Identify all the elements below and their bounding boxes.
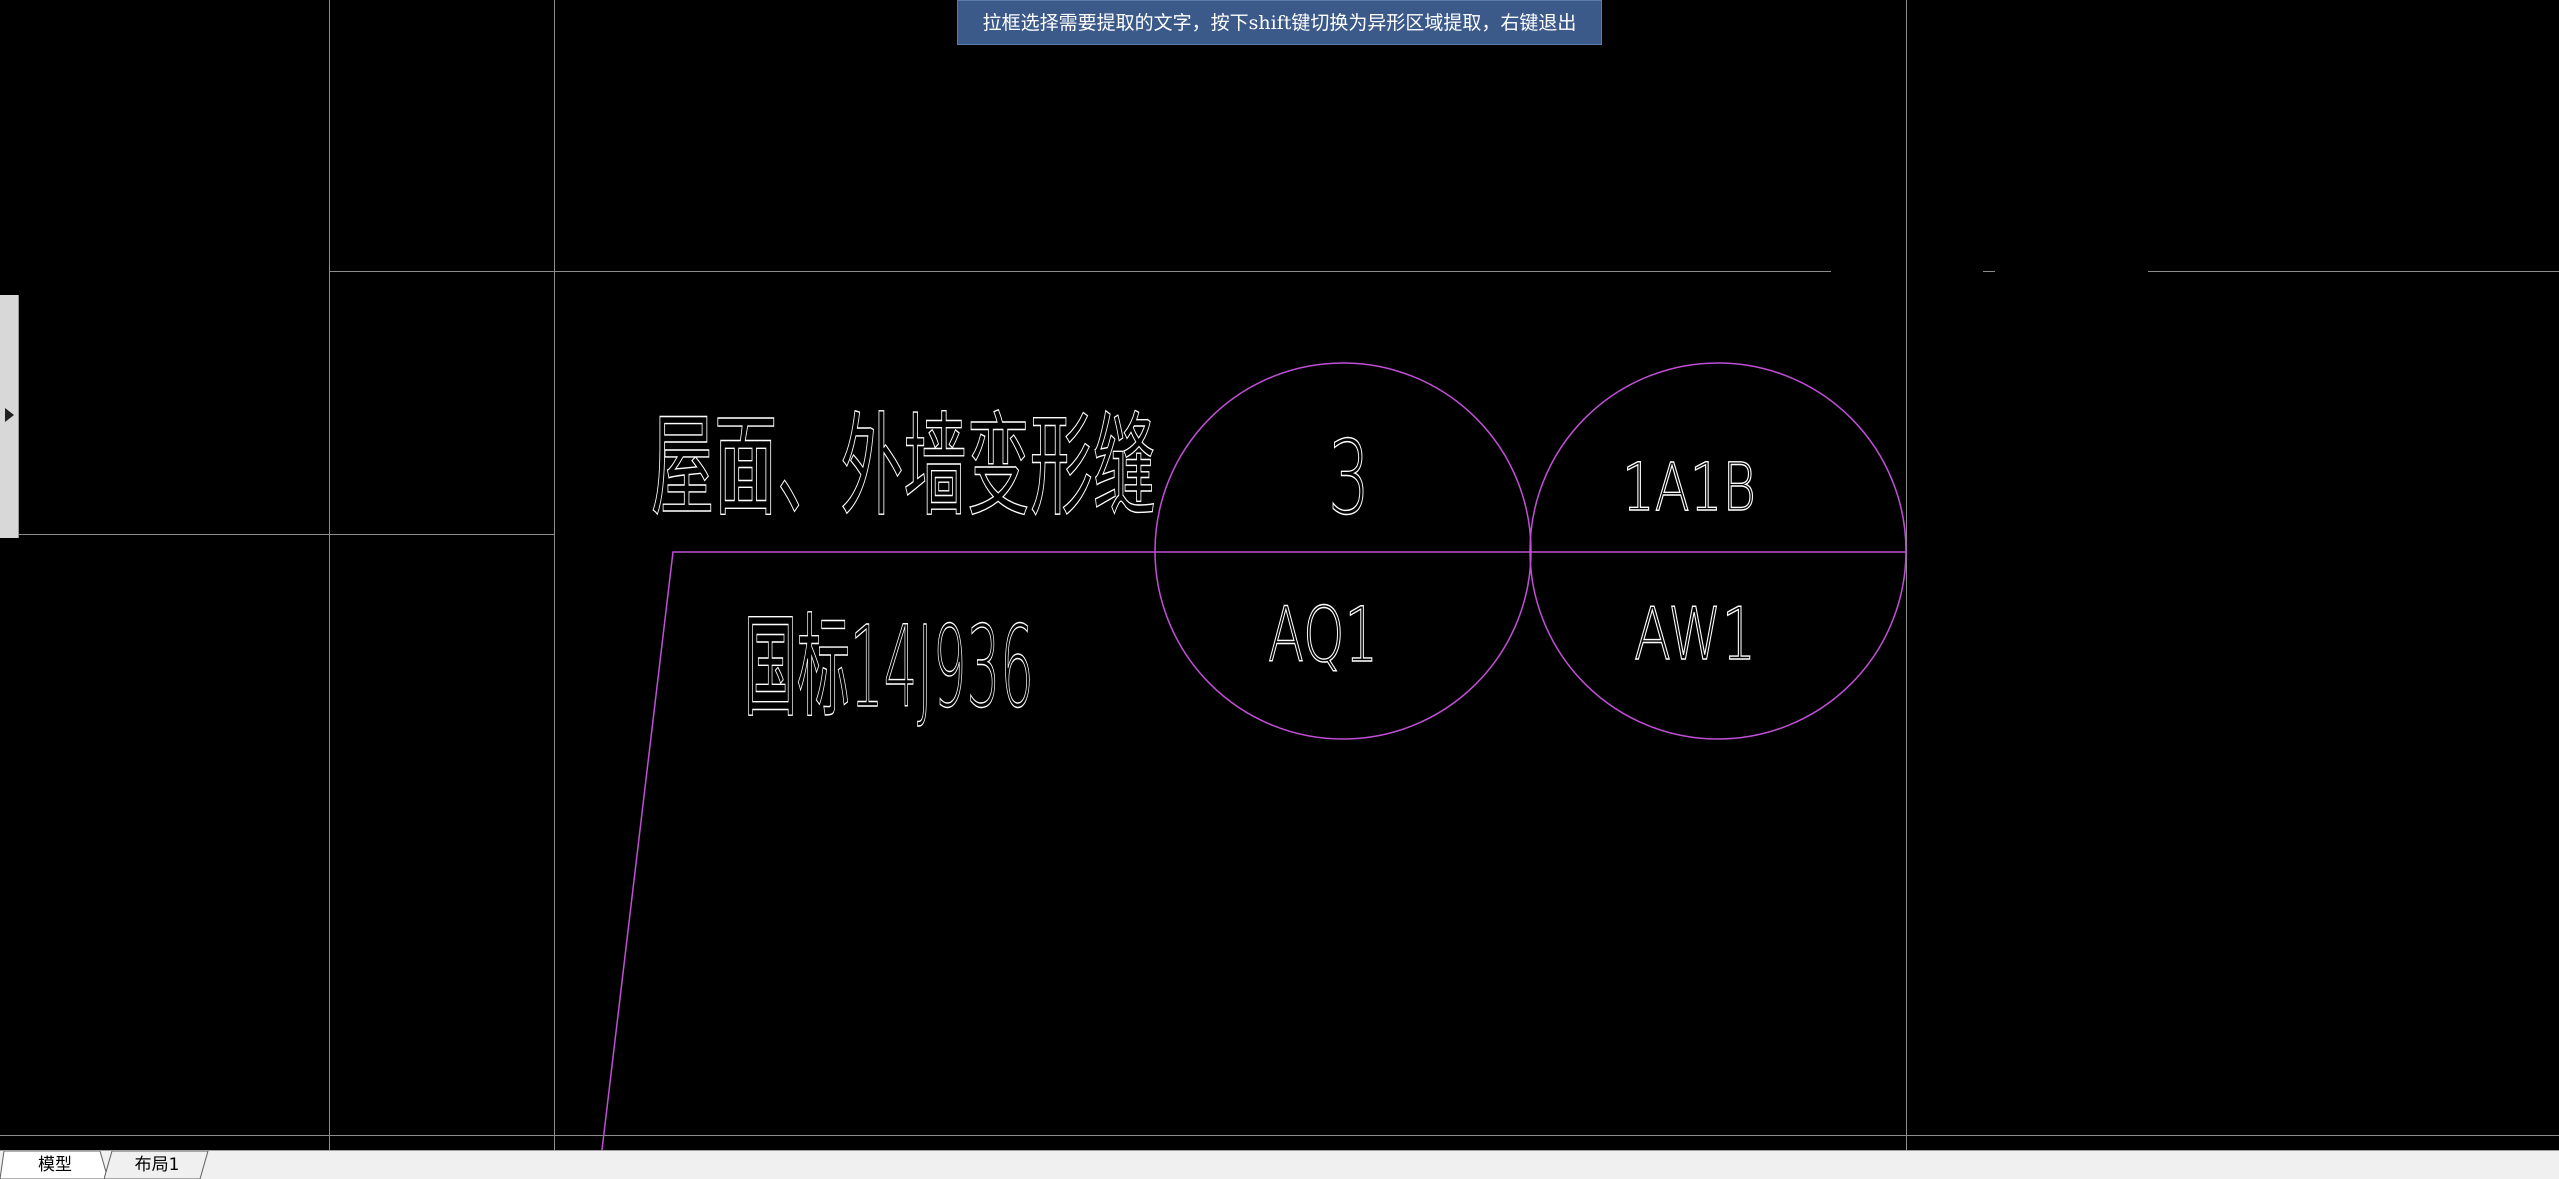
index-circle-2 [1529, 362, 1907, 740]
standard-text: 国标14J936 [744, 603, 1034, 733]
cad-canvas[interactable]: 屋面、外墙变形缝 国标14J936 3 AQ1 1A1B AW1 拉框选择需要提… [0, 0, 2559, 1179]
circle1-bottom-text: AQ1 [1268, 590, 1378, 679]
circle2-bottom-text: AW1 [1634, 592, 1756, 676]
tab-model-label: 模型 [38, 1155, 72, 1175]
side-panel-toggle[interactable] [0, 295, 19, 538]
circle2-top-text: 1A1B [1622, 449, 1756, 526]
tab-layout1[interactable]: 布局1 [104, 1151, 210, 1179]
title-text: 屋面、外墙变形缝 [651, 402, 1156, 532]
grid-lines [0, 0, 2559, 1150]
tab-layout1-label: 布局1 [134, 1155, 180, 1175]
tab-model[interactable]: 模型 [0, 1151, 110, 1179]
caret-right-icon [5, 408, 14, 422]
command-prompt-banner: 拉框选择需要提取的文字，按下shift键切换为异形区域提取，右键退出 [957, 0, 1602, 45]
drawing-area[interactable]: 屋面、外墙变形缝 国标14J936 3 AQ1 1A1B AW1 [0, 0, 2559, 1179]
circle1-top-text: 3 [1328, 419, 1370, 538]
layout-tab-bar: 模型 布局1 [0, 1150, 2559, 1179]
